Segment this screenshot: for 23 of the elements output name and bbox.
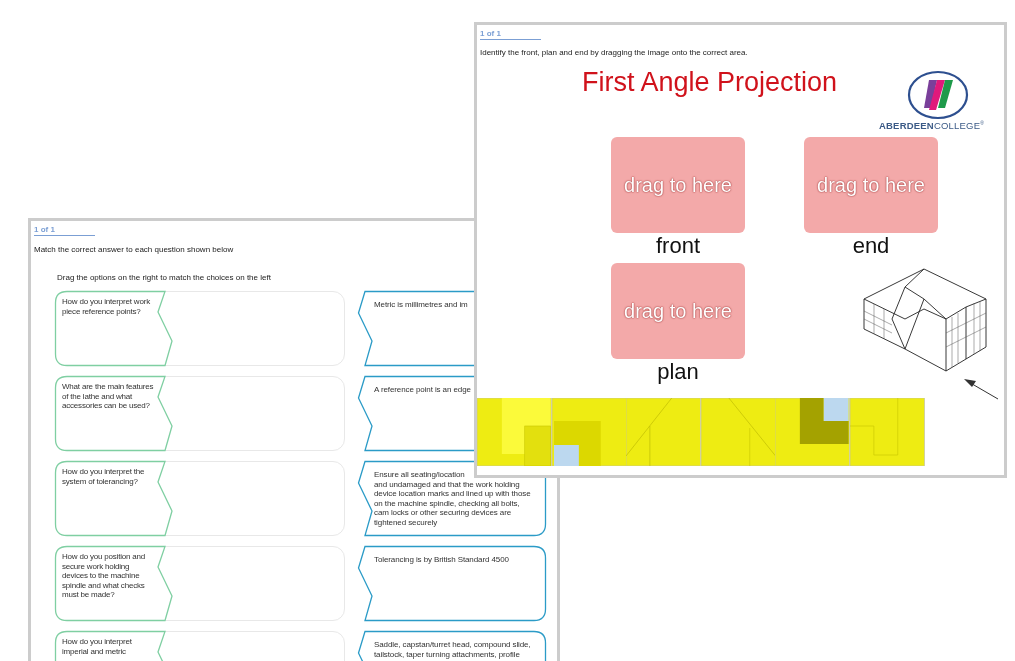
zone-label: front [655, 233, 701, 259]
puzzle-tile[interactable] [477, 398, 552, 466]
puzzle-tile[interactable] [775, 398, 850, 466]
puzzle-tile[interactable] [626, 398, 701, 466]
puzzle-tile[interactable] [849, 398, 925, 466]
puzzle-tile[interactable] [700, 398, 776, 466]
emblem-icon [907, 70, 969, 120]
answer-card[interactable]: Saddle, capstan/turret head, compound slide, tailstock, taper turning attachments, profile [358, 631, 546, 661]
instruction-text: Match the correct answer to each question shown below [34, 245, 235, 254]
page-indicator: 1 of 1 [480, 29, 541, 40]
puzzle-tile[interactable] [551, 398, 627, 466]
zone-label: plan [656, 359, 700, 385]
instruction-text: Drag the options on the right to match the choices on the left [57, 273, 272, 282]
page-indicator: 1 of 1 [34, 225, 95, 236]
answer-card[interactable]: Tolerancing is by British Standard 4500 [358, 546, 546, 621]
zone-label: end [851, 233, 891, 259]
instruction-text: Identify the front, plan and end by dragging the image onto the correct area. [480, 48, 749, 57]
activity-title: First Angle Projection [582, 67, 838, 98]
college-name: ABERDEENCOLLEGE$^{®}$ [879, 120, 985, 132]
answer-card[interactable]: Metric is millimetres and im [358, 291, 474, 366]
direction-arrow [963, 378, 999, 400]
answer-card[interactable]: A reference point is an edge [358, 376, 474, 451]
answer-card[interactable]: Ensure all seating/location and undamaged and that the work holding device location marks and lined up with those on the machine spindle, checking all bolts, cam locks or other securing devices are tightened securely [358, 461, 546, 536]
